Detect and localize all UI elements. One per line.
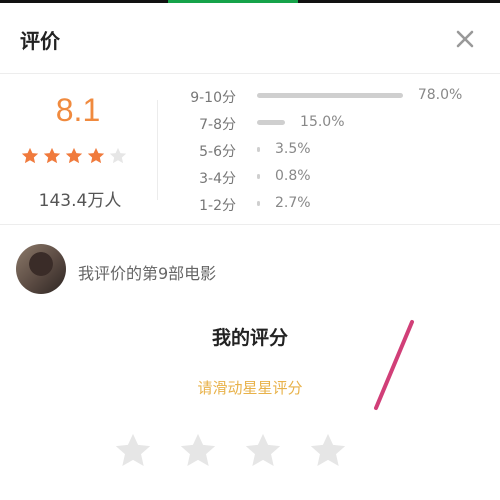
distribution-bar <box>257 120 286 125</box>
star-icon <box>310 433 346 467</box>
distribution-label: 3-4分 <box>199 171 236 187</box>
star-icon <box>109 147 127 164</box>
average-score: 8.1 <box>55 92 101 128</box>
distribution-label: 5-6分 <box>199 144 236 160</box>
star-icon <box>245 433 281 467</box>
distribution-row: 5-6分 3.5% <box>170 138 490 162</box>
close-icon <box>456 30 474 48</box>
summary-divider <box>157 100 158 200</box>
star-icon <box>180 433 216 467</box>
rating-star[interactable] <box>307 430 349 472</box>
distribution-bar <box>257 174 260 179</box>
distribution-row: 1-2分 2.7% <box>170 192 490 216</box>
my-rating-title: 我的评分 <box>211 327 288 349</box>
star-icon <box>43 147 61 164</box>
distribution-label: 9-10分 <box>190 90 236 106</box>
distribution-label: 7-8分 <box>199 117 236 133</box>
voter-count: 143.4万人 <box>38 191 122 211</box>
star-icon <box>65 147 83 164</box>
rating-star[interactable] <box>242 430 284 472</box>
rating-summary: 8.1 143.4万人 9-10分 78.0% 7-8分 15.0% 5-6分 … <box>0 74 500 225</box>
distribution-bar <box>257 93 403 98</box>
rating-star[interactable] <box>112 430 154 472</box>
distribution-value: 15.0% <box>300 114 345 130</box>
avatar[interactable] <box>16 244 66 294</box>
distribution-value: 2.7% <box>275 195 311 211</box>
star-icon <box>21 147 39 164</box>
distribution-value: 3.5% <box>275 141 311 157</box>
rating-star-picker[interactable] <box>112 430 349 472</box>
distribution-value: 78.0% <box>417 87 463 103</box>
close-button[interactable] <box>451 25 479 53</box>
distribution-row: 7-8分 15.0% <box>170 111 490 135</box>
distribution-value: 0.8% <box>275 168 311 184</box>
distribution-row: 3-4分 0.8% <box>170 165 490 189</box>
distribution-bar <box>257 201 260 206</box>
distribution-row: 9-10分 78.0% <box>170 84 490 108</box>
user-info-row: 我评价的第9部电影 <box>0 240 500 300</box>
page-title: 评价 <box>20 29 60 53</box>
rating-hint: 请滑动星星评分 <box>197 379 303 397</box>
average-stars <box>20 146 128 170</box>
star-icon <box>115 433 151 467</box>
rating-star[interactable] <box>177 430 219 472</box>
star-icon <box>87 147 105 164</box>
distribution-label: 1-2分 <box>199 198 236 214</box>
distribution-bar <box>257 147 260 152</box>
header: 评价 <box>0 3 500 74</box>
user-rating-count-text: 我评价的第9部电影 <box>78 264 217 283</box>
